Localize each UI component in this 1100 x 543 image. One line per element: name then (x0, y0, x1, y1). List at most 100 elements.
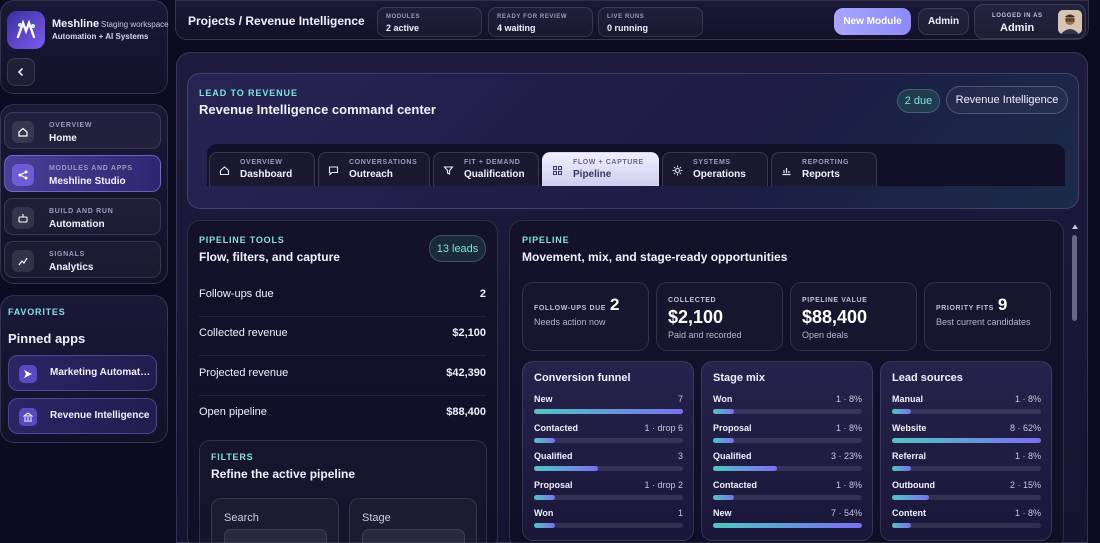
sidebar-item-automation[interactable]: BUILD AND RUN Automation (4, 198, 161, 235)
bar-label: Website (892, 422, 927, 433)
chevron-left-icon (17, 67, 24, 77)
bar-row[interactable]: Won 1 · 8% (713, 394, 862, 418)
kpi-priority-fits[interactable]: PRIORITY FITS 9 Best current candidates (924, 282, 1051, 351)
kpi-pipeline-value[interactable]: PIPELINE VALUE $88,400 Open deals (790, 282, 917, 351)
stat-eyebrow: MODULES (386, 14, 421, 20)
share-icon (12, 164, 34, 186)
stat-modules: MODULES 2 active (377, 7, 482, 37)
chart-icon (12, 250, 34, 272)
kpi-sub: Open deals (802, 330, 849, 340)
pinned-app-revenue-intelligence[interactable]: Revenue Intelligence (8, 398, 157, 434)
metric-label: Collected revenue (199, 327, 288, 339)
bar-fill (534, 494, 555, 500)
tab-label: Pipeline (573, 169, 612, 180)
bar-row[interactable]: Qualified 3 · 23% (713, 451, 862, 475)
brand-name: Meshline (52, 18, 100, 30)
tab-operations[interactable]: SYSTEMS Operations (662, 152, 768, 186)
sidebar-item-meshline-studio[interactable]: MODULES AND APPS Meshline Studio (4, 155, 161, 192)
pinned-app-label: Revenue Intelligence (50, 410, 150, 421)
bar-track (892, 494, 1041, 500)
breadcrumb[interactable]: Projects / Revenue Intelligence (188, 14, 365, 28)
tab-pipeline[interactable]: FLOW + CAPTURE Pipeline (542, 152, 659, 186)
collapse-sidebar-button[interactable] (7, 58, 35, 86)
bar-fill (713, 494, 734, 500)
user-name: Admin (1000, 22, 1035, 34)
bar-track (892, 409, 1041, 414)
bar-fill (892, 409, 912, 414)
bar-track (534, 494, 683, 500)
kpi-value: 2 (610, 295, 620, 314)
metric-row: Collected revenue $2,100 (199, 317, 486, 356)
top-bar: Projects / Revenue Intelligence MODULES … (175, 0, 1089, 40)
sidebar-item-analytics[interactable]: SIGNALS Analytics (4, 241, 161, 278)
metric-value: $88,400 (446, 406, 486, 418)
pipeline-tools-panel: PIPELINE TOOLS Flow, filters, and captur… (187, 220, 498, 543)
search-input[interactable] (224, 529, 327, 543)
bar-value: 1 · 8% (835, 422, 862, 433)
stat-eyebrow: READY FOR REVIEW (497, 14, 568, 20)
bar-track (892, 437, 1041, 443)
brand-logo[interactable] (7, 11, 45, 49)
kpi-follow-ups-due[interactable]: FOLLOW-UPS DUE 2 Needs action now (522, 282, 649, 351)
bar-row[interactable]: Contacted 1 · drop 6 (534, 423, 683, 447)
bar-row[interactable]: Proposal 1 · 8% (713, 423, 862, 447)
kpi-sub: Paid and recorded (668, 330, 742, 340)
leads-count-badge[interactable]: 13 leads (429, 235, 486, 262)
bar-fill (713, 466, 778, 472)
tab-dashboard[interactable]: OVERVIEW Dashboard (209, 152, 315, 186)
module-badge[interactable]: Revenue Intelligence (946, 86, 1068, 114)
user-menu[interactable]: LOGGED IN AS Admin (974, 4, 1086, 39)
kpi-collected[interactable]: COLLECTED $2,100 Paid and recorded (656, 282, 783, 351)
bar-row[interactable]: New 7 · 54% (713, 508, 862, 532)
sidebar-item-home[interactable]: OVERVIEW Home (4, 112, 161, 149)
sidebar-nav: OVERVIEW Home MODULES AND APPS Meshline … (0, 104, 168, 284)
bar-value: 7 (677, 394, 683, 404)
pinned-app-label: Marketing Automation (50, 367, 152, 378)
bar-fill (534, 466, 599, 472)
bank-icon (19, 408, 37, 426)
bar-row[interactable]: Contacted 1 · 8% (713, 480, 862, 504)
bar-value: 1 · 8% (835, 479, 862, 490)
bar-label: Contacted (534, 422, 579, 433)
tab-qualification[interactable]: FIT + DEMAND Qualification (433, 152, 539, 186)
kpi-eyebrow: COLLECTED (668, 297, 717, 304)
bar-value: 1 · 8% (1014, 451, 1041, 462)
scrollbar[interactable] (1070, 223, 1080, 543)
bar-track (713, 437, 862, 443)
bar-row[interactable]: Manual 1 · 8% (892, 394, 1041, 418)
bar-value: 3 (677, 451, 683, 462)
tab-outreach[interactable]: CONVERSATIONS Outreach (318, 152, 430, 186)
filters-eyebrow: FILTERS (211, 452, 254, 462)
bar-row[interactable]: Referral 1 · 8% (892, 451, 1041, 475)
tab-reports[interactable]: REPORTING Reports (771, 152, 877, 186)
bar-label: Qualified (713, 451, 752, 462)
bar-row[interactable]: Outbound 2 · 15% (892, 480, 1041, 504)
bar-label: Proposal (713, 422, 752, 433)
bar-row[interactable]: Content 1 · 8% (892, 508, 1041, 532)
scroll-up-icon (1072, 224, 1078, 229)
bar-fill (713, 437, 734, 443)
admin-button[interactable]: Admin (918, 8, 969, 35)
sidebar-item-eyebrow: OVERVIEW (49, 122, 93, 129)
bar-row[interactable]: Proposal 1 · drop 2 (534, 480, 683, 504)
robot-icon (12, 207, 34, 229)
bar-label: Qualified (534, 451, 573, 462)
new-module-button[interactable]: New Module (834, 8, 911, 35)
kpi-eyebrow: PIPELINE VALUE (802, 297, 868, 304)
stage-select[interactable] (362, 529, 465, 543)
bar-value: 3 · 23% (830, 451, 862, 462)
avatar[interactable] (1058, 10, 1082, 34)
bar-label: New (534, 394, 553, 404)
due-badge[interactable]: 2 due (897, 89, 940, 113)
kpi-value: $88,400 (802, 307, 868, 327)
stage-label: Stage (362, 512, 391, 524)
bar-row[interactable]: Qualified 3 (534, 451, 683, 475)
metric-label: Open pipeline (199, 406, 267, 418)
scrollbar-thumb[interactable] (1072, 235, 1077, 321)
pinned-app-marketing-automation[interactable]: Marketing Automation (8, 355, 157, 391)
bar-chart-icon (782, 168, 791, 176)
bar-row[interactable]: Website 8 · 62% (892, 423, 1041, 447)
bar-row[interactable]: New 7 (534, 394, 683, 418)
bar-track (713, 523, 862, 529)
bar-row[interactable]: Won 1 (534, 508, 683, 532)
